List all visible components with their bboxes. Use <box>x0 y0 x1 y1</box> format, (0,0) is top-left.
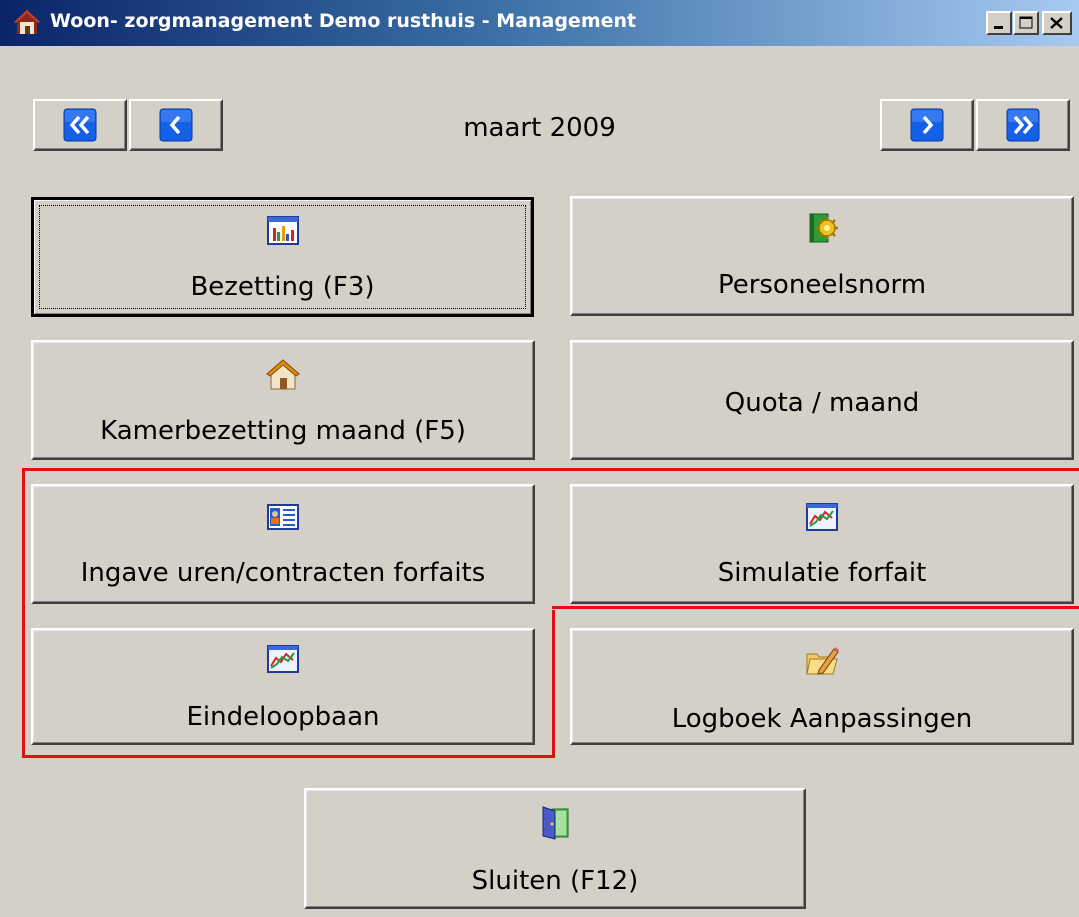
house-icon <box>266 358 300 392</box>
sluiten-label: Sluiten (F12) <box>471 866 639 896</box>
contact-card-icon <box>266 500 300 534</box>
personeelsnorm-label: Personeelsnorm <box>717 270 927 300</box>
window-title: Woon- zorgmanagement Demo rusthuis - Man… <box>50 10 637 32</box>
quota-maand-button[interactable]: Quota / maand <box>570 340 1074 460</box>
house-app-icon <box>12 7 42 37</box>
ingave-label: Ingave uren/contracten forfaits <box>80 558 486 588</box>
double-chevron-right-icon <box>1006 108 1040 142</box>
folder-pencil-icon <box>805 644 839 678</box>
title-bar: Woon- zorgmanagement Demo rusthuis - Man… <box>0 0 1079 46</box>
logboek-label: Logboek Aanpassingen <box>671 704 973 734</box>
next-period-button[interactable] <box>880 99 974 151</box>
line-chart-icon <box>266 642 300 676</box>
ingave-uren-button[interactable]: Ingave uren/contracten forfaits <box>31 484 535 604</box>
highlight-outline-divider <box>552 606 1079 609</box>
simulatie-forfait-button[interactable]: Simulatie forfait <box>570 484 1074 604</box>
minimize-icon[interactable] <box>986 11 1012 35</box>
door-icon <box>538 806 572 840</box>
chevron-right-icon <box>910 108 944 142</box>
quota-label: Quota / maand <box>724 388 920 418</box>
last-period-button[interactable] <box>976 99 1070 151</box>
bar-chart-icon <box>266 214 300 248</box>
kamerbezetting-button[interactable]: Kamerbezetting maand (F5) <box>31 340 535 460</box>
kamerbezetting-label: Kamerbezetting maand (F5) <box>100 416 466 446</box>
eindeloopbaan-label: Eindeloopbaan <box>186 702 380 732</box>
logboek-aanpassingen-button[interactable]: Logboek Aanpassingen <box>570 628 1074 745</box>
maximize-icon[interactable] <box>1013 11 1039 35</box>
book-gear-icon <box>805 212 839 246</box>
personeelsnorm-button[interactable]: Personeelsnorm <box>570 196 1074 316</box>
bezetting-button[interactable]: Bezetting (F3) <box>31 197 534 317</box>
line-chart-icon <box>805 500 839 534</box>
close-icon[interactable] <box>1042 11 1072 35</box>
simulatie-label: Simulatie forfait <box>717 558 927 588</box>
eindeloopbaan-button[interactable]: Eindeloopbaan <box>31 628 535 745</box>
sluiten-button[interactable]: Sluiten (F12) <box>304 788 806 909</box>
bezetting-label: Bezetting (F3) <box>190 272 375 302</box>
